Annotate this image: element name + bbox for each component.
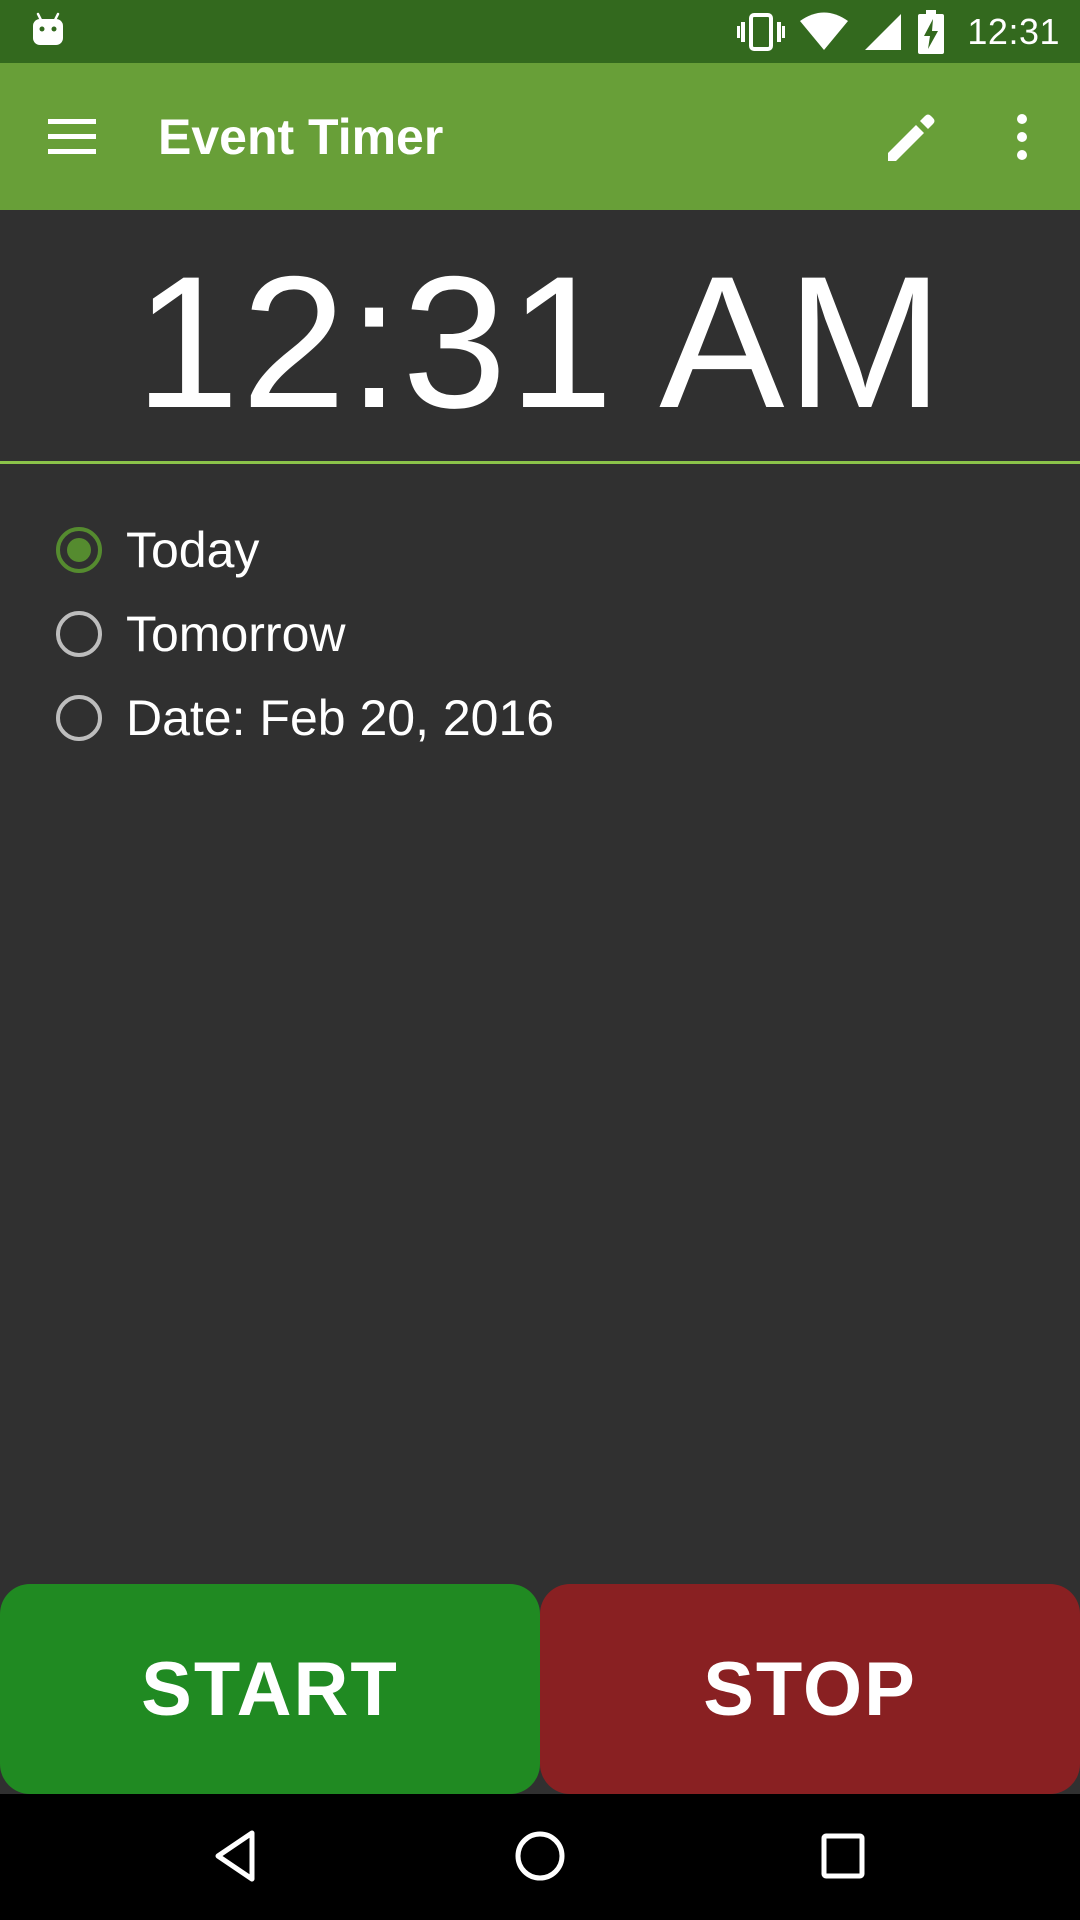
- event-timer-screen: 12:31 Event Timer 12:31 AM Today Tomorro…: [0, 0, 1080, 1920]
- app-title: Event Timer: [158, 109, 444, 165]
- vibrate-icon: [737, 12, 786, 51]
- status-clock: 12:31: [967, 10, 1060, 52]
- android-icon: [33, 12, 63, 45]
- edit-icon[interactable]: [880, 105, 944, 169]
- navigation-bar: [0, 1794, 1080, 1920]
- radio-button-checked[interactable]: [56, 527, 102, 573]
- radio-label: Date: Feb 20, 2016: [126, 690, 555, 746]
- divider: [0, 461, 1080, 464]
- battery-charging-icon: [918, 9, 945, 54]
- date-radio-group: Today Tomorrow Date: Feb 20, 2016: [56, 508, 956, 760]
- radio-label: Tomorrow: [126, 606, 346, 662]
- overflow-menu-icon[interactable]: [1000, 105, 1044, 169]
- time-value[interactable]: 12:31 AM: [135, 248, 945, 436]
- stop-button[interactable]: STOP: [540, 1584, 1080, 1794]
- home-icon[interactable]: [514, 1829, 566, 1883]
- signal-icon: [865, 13, 902, 50]
- time-display[interactable]: 12:31 AM: [0, 210, 1080, 462]
- radio-option-today[interactable]: Today: [56, 508, 956, 592]
- radio-option-tomorrow[interactable]: Tomorrow: [56, 592, 956, 676]
- recents-icon[interactable]: [820, 1831, 866, 1881]
- radio-option-date[interactable]: Date: Feb 20, 2016: [56, 676, 956, 760]
- radio-label: Today: [126, 522, 260, 578]
- back-icon[interactable]: [212, 1829, 258, 1883]
- status-bar: 12:31: [0, 0, 1080, 63]
- menu-icon[interactable]: [40, 111, 104, 163]
- radio-button[interactable]: [56, 695, 102, 741]
- app-bar: Event Timer: [0, 63, 1080, 210]
- status-icons: 12:31: [737, 0, 1060, 63]
- radio-button[interactable]: [56, 611, 102, 657]
- start-button[interactable]: START: [0, 1584, 540, 1794]
- wifi-icon: [800, 12, 849, 50]
